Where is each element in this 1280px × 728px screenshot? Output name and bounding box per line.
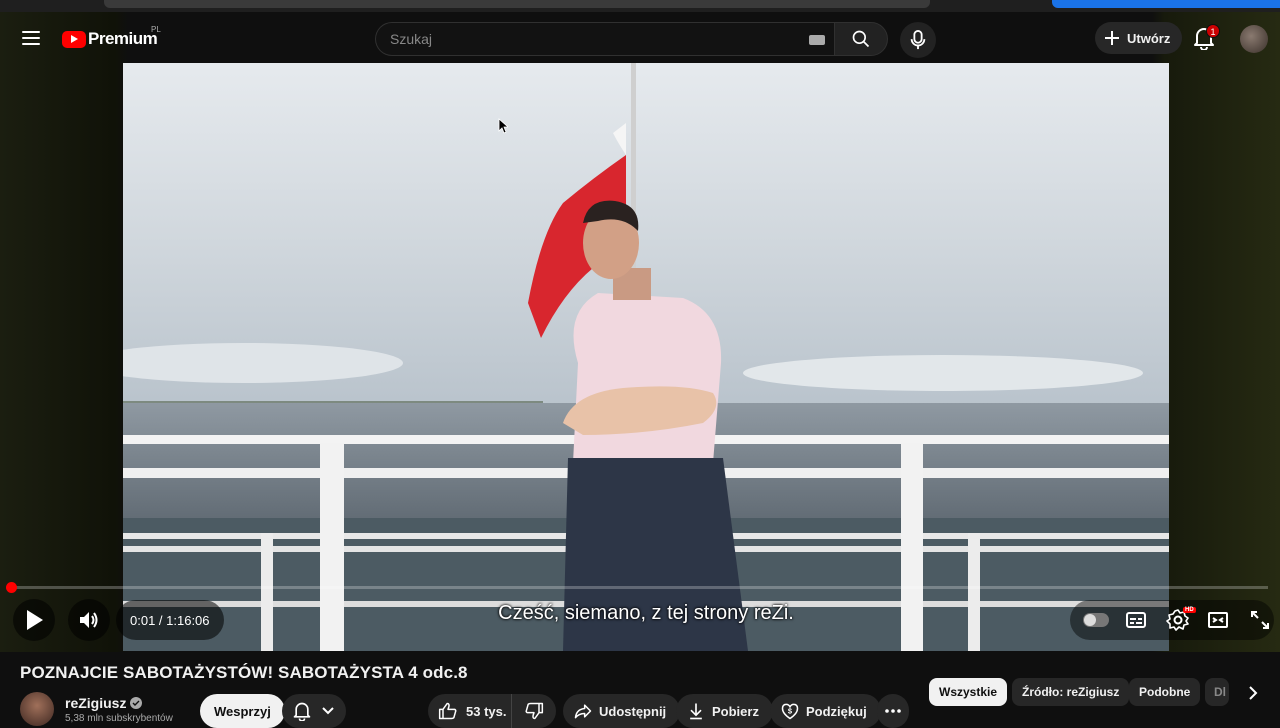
subscriber-count: 5,38 mln subskrybentów (65, 713, 173, 724)
download-button[interactable]: Pobierz (676, 694, 773, 728)
channel-name: reZigiusz (65, 695, 126, 711)
mouse-cursor-icon (498, 118, 508, 134)
notification-badge: 1 (1206, 24, 1220, 38)
more-actions-button[interactable] (877, 694, 909, 728)
miniplayer-icon[interactable] (1206, 608, 1230, 632)
thumbs-down-icon (524, 701, 544, 721)
browser-extension-area[interactable] (1052, 0, 1280, 8)
progress-bar[interactable] (12, 586, 1268, 589)
subtitles-icon[interactable] (1124, 608, 1148, 632)
video-title: POZNAJCIE SABOTAŻYSTÓW! SABOTAŻYSTA 4 od… (20, 663, 468, 683)
verified-icon (130, 697, 142, 709)
search-icon (851, 29, 871, 49)
share-label: Udostępnij (599, 704, 666, 719)
menu-icon[interactable] (22, 31, 40, 45)
create-label: Utwórz (1127, 31, 1170, 46)
create-button[interactable]: Utwórz (1095, 22, 1182, 54)
video-player[interactable] (123, 63, 1169, 651)
channel-name-link[interactable]: reZigiusz (65, 695, 142, 711)
keyboard-icon[interactable] (809, 35, 825, 45)
search-box (375, 22, 835, 56)
chevron-down-icon (322, 707, 334, 715)
like-count: 53 tys. (466, 704, 506, 719)
hd-badge: HD (1183, 607, 1196, 613)
subscription-bell-button[interactable] (282, 694, 346, 728)
like-dislike-group: 53 tys. (428, 694, 556, 728)
more-horizontal-icon (885, 709, 901, 713)
microphone-icon (909, 30, 927, 50)
browser-top-strip (0, 0, 1280, 12)
super-thanks-icon: $ (780, 701, 800, 721)
share-icon (573, 701, 593, 721)
chip-scroll-next-button[interactable] (1238, 678, 1268, 708)
youtube-premium-logo[interactable]: Premium PL (62, 29, 157, 49)
support-label: Wesprzyj (214, 704, 271, 719)
like-button[interactable]: 53 tys. (428, 694, 512, 728)
dislike-button[interactable] (512, 694, 556, 728)
chip-related[interactable]: Podobne (1129, 678, 1200, 706)
voice-search-button[interactable] (900, 22, 936, 58)
masthead: Premium PL Utwórz 1 (0, 12, 1280, 64)
fullscreen-icon[interactable] (1248, 608, 1272, 632)
chip-truncated[interactable]: Dl (1205, 678, 1229, 706)
channel-avatar[interactable] (20, 692, 54, 726)
chip-all[interactable]: Wszystkie (929, 678, 1007, 706)
chevron-right-icon (1248, 685, 1258, 701)
thanks-button[interactable]: $ Podziękuj (770, 694, 881, 728)
browser-address-bar[interactable] (104, 0, 930, 8)
video-frame (123, 63, 1169, 651)
plus-icon (1103, 29, 1121, 47)
thanks-label: Podziękuj (806, 704, 867, 719)
support-button[interactable]: Wesprzyj (200, 694, 285, 728)
thumbs-up-icon (438, 701, 458, 721)
download-label: Pobierz (712, 704, 759, 719)
autoplay-toggle[interactable] (1083, 613, 1109, 627)
notifications-button[interactable]: 1 (1193, 26, 1217, 50)
chip-source-channel[interactable]: Źródło: reZigiusz (1012, 678, 1129, 706)
share-button[interactable]: Udostępnij (563, 694, 680, 728)
logo-text: Premium (88, 29, 157, 49)
country-code: PL (151, 25, 161, 34)
youtube-play-icon (62, 31, 86, 48)
bell-icon (292, 701, 312, 721)
svg-text:$: $ (788, 707, 793, 716)
account-avatar[interactable] (1240, 25, 1268, 53)
search-button[interactable] (834, 22, 888, 56)
download-icon (686, 701, 706, 721)
search-input[interactable] (390, 31, 790, 47)
